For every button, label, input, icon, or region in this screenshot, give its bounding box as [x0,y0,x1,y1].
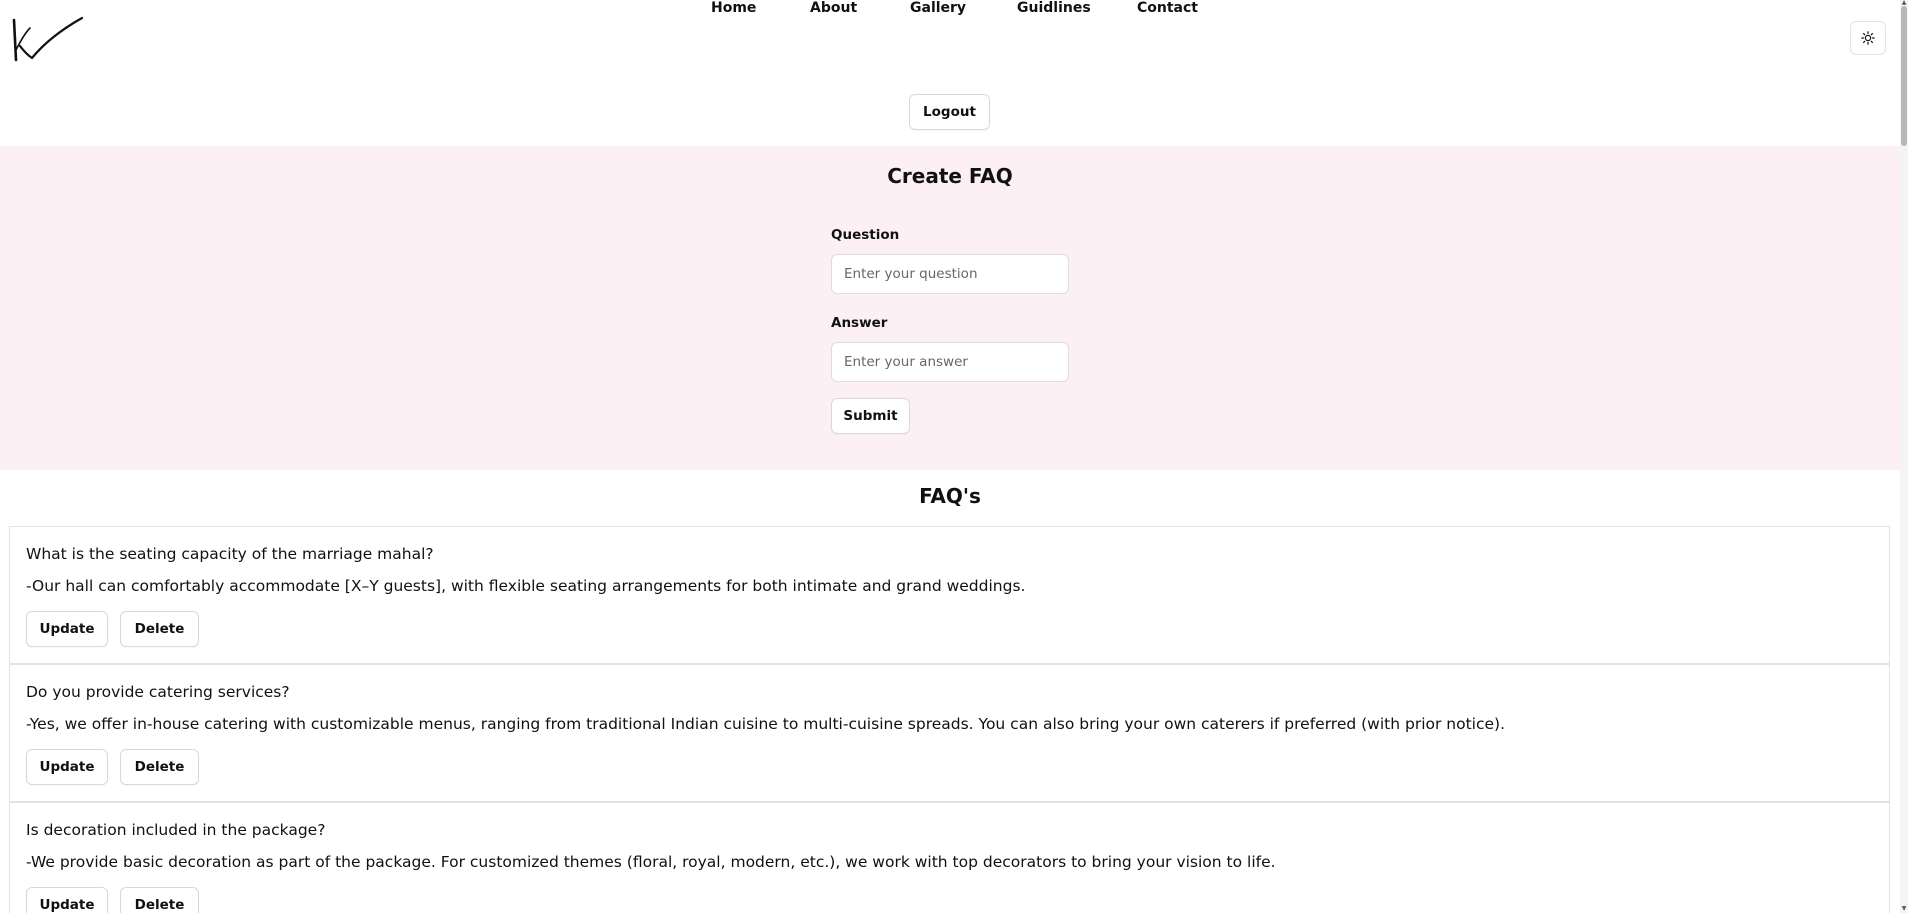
delete-button[interactable]: Delete [120,887,199,913]
faq-answer: -Our hall can comfortably accommodate [X… [26,577,1026,595]
scroll-down-arrow-icon[interactable]: ▼ [1900,906,1908,912]
nav-guidelines-link[interactable]: Guidlines [1017,0,1091,16]
faq-item: Is decoration included in the package? -… [9,802,1890,913]
answer-label: Answer [831,315,888,331]
update-button[interactable]: Update [26,749,108,785]
create-faq-section: Create FAQ Question Answer Submit [0,146,1900,470]
nav-home-link[interactable]: Home [711,0,756,16]
faq-question: Do you provide catering services? [26,683,290,701]
faq-question: What is the seating capacity of the marr… [26,545,434,563]
navbar: Home About Gallery Guidlines Contact [0,0,1900,78]
nav-gallery-link[interactable]: Gallery [910,0,966,16]
nav-about-link[interactable]: About [810,0,857,16]
update-button[interactable]: Update [26,611,108,647]
answer-input[interactable] [831,342,1069,382]
update-button[interactable]: Update [26,887,108,913]
sun-icon [1861,31,1875,45]
checkmark-logo-icon[interactable] [10,16,84,64]
nav-contact-link[interactable]: Contact [1137,0,1198,16]
delete-button[interactable]: Delete [120,611,199,647]
faqs-title: FAQ's [919,484,981,508]
create-faq-title: Create FAQ [887,164,1013,188]
theme-toggle-button[interactable] [1850,21,1886,55]
delete-button[interactable]: Delete [120,749,199,785]
question-input[interactable] [831,254,1069,294]
logout-button[interactable]: Logout [909,94,990,130]
question-label: Question [831,227,900,243]
submit-button[interactable]: Submit [831,398,910,434]
page: Home About Gallery Guidlines Contact Log… [0,0,1908,913]
faq-answer: -We provide basic decoration as part of … [26,853,1276,871]
faq-item: Do you provide catering services? -Yes, … [9,664,1890,802]
faq-question: Is decoration included in the package? [26,821,326,839]
faq-item: What is the seating capacity of the marr… [9,526,1890,664]
scrollbar-thumb[interactable] [1901,6,1907,146]
faq-answer: -Yes, we offer in-house catering with cu… [26,715,1506,733]
